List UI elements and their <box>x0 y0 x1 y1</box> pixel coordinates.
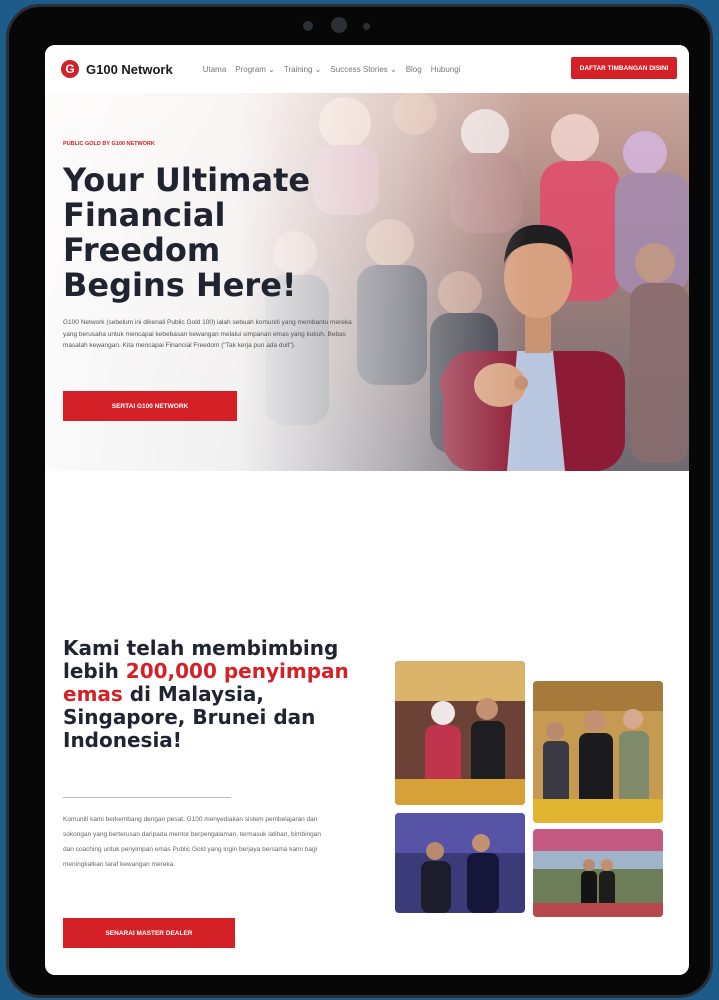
hero-eyebrow: PUBLIC GOLD BY G100 NETWORK <box>63 141 155 147</box>
main-menu: Utama Program ⌄ Training ⌄ Success Stori… <box>203 65 461 74</box>
sensor-dot <box>303 21 313 31</box>
hero-title-line: Begins Here! <box>63 266 297 304</box>
hero-section: PUBLIC GOLD BY G100 NETWORK Your Ultimat… <box>45 93 689 471</box>
hero-title-line: Financial <box>63 196 226 234</box>
sensor-dot-small <box>363 23 370 30</box>
hero-description: G100 Network (sebelum ini dikenali Publi… <box>63 319 352 349</box>
menu-item-program[interactable]: Program ⌄ <box>235 65 275 74</box>
menu-item-blog[interactable]: Blog <box>406 65 422 74</box>
logo-mark-icon: G <box>61 60 79 78</box>
award-photo-4 <box>533 829 663 917</box>
section-description: Komuniti kami berkembang dengan pesat. G… <box>63 816 321 868</box>
register-cta-button[interactable]: DAFTAR TIMBANGAN DISINI <box>571 57 677 79</box>
section-heading: Kami telah membimbing lebih 200,000 peny… <box>63 637 363 752</box>
menu-item-hubungi[interactable]: Hubungi <box>431 65 461 74</box>
hero-title-line: Freedom <box>63 231 221 269</box>
site-logo[interactable]: G G100 Network <box>61 60 173 78</box>
award-photo-1 <box>395 661 525 805</box>
hero-title: Your Ultimate Financial Freedom Begins H… <box>63 163 353 303</box>
master-dealer-list-button[interactable]: SENARAI MASTER DEALER <box>63 918 235 948</box>
hero-title-line: Your Ultimate <box>63 161 311 199</box>
menu-item-training[interactable]: Training ⌄ <box>284 65 322 74</box>
join-network-button[interactable]: SERTAI G100 NETWORK <box>63 391 237 421</box>
section-divider <box>63 797 231 798</box>
browser-screen: G G100 Network Utama Program ⌄ Training … <box>45 45 689 975</box>
logo-text: G100 Network <box>86 61 173 77</box>
award-photo-2 <box>533 681 663 823</box>
menu-item-utama[interactable]: Utama <box>203 65 227 74</box>
top-navigation: G G100 Network Utama Program ⌄ Training … <box>45 45 689 93</box>
camera-lens <box>331 17 347 33</box>
menu-item-success-stories[interactable]: Success Stories ⌄ <box>330 65 396 74</box>
tablet-frame: G G100 Network Utama Program ⌄ Training … <box>6 4 713 998</box>
award-photo-3 <box>395 813 525 913</box>
